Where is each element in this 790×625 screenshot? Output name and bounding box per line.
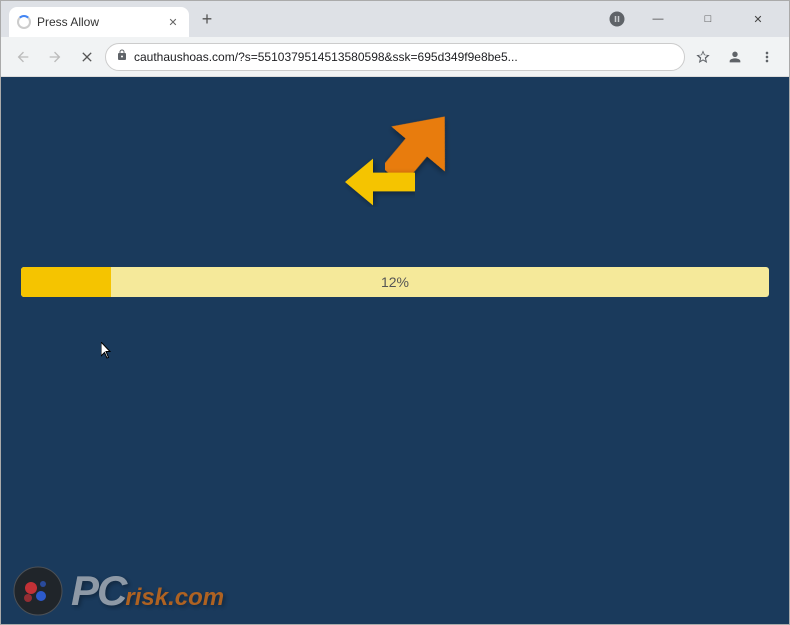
tab-spinner: [17, 15, 31, 29]
yellow-arrow-icon: [345, 157, 415, 212]
title-bar: Press Allow ✕ + — □ ✕: [1, 1, 789, 37]
browser-window: Press Allow ✕ + — □ ✕: [0, 0, 790, 625]
profile-icon[interactable]: [721, 43, 749, 71]
new-tab-button[interactable]: +: [193, 5, 221, 33]
active-tab[interactable]: Press Allow ✕: [9, 7, 189, 37]
close-button[interactable]: ✕: [735, 1, 781, 37]
minimize-button[interactable]: —: [635, 1, 681, 37]
maximize-button[interactable]: □: [685, 1, 731, 37]
nav-bar: cauthaushoas.com/?s=5510379514513580598&…: [1, 37, 789, 77]
tab-title: Press Allow: [37, 15, 159, 29]
window-controls: — □ ✕: [635, 1, 781, 37]
mouse-cursor: [101, 342, 113, 360]
url-text: cauthaushoas.com/?s=5510379514513580598&…: [134, 50, 674, 64]
watermark-pc: PC: [71, 567, 125, 615]
back-button[interactable]: [9, 43, 37, 71]
page-content: 12% PC risk.com: [1, 77, 789, 624]
reload-button[interactable]: [73, 43, 101, 71]
tab-strip: Press Allow ✕ +: [9, 1, 603, 37]
forward-button[interactable]: [41, 43, 69, 71]
progress-label: 12%: [381, 274, 409, 290]
chrome-menu-icon[interactable]: [753, 43, 781, 71]
address-bar[interactable]: cauthaushoas.com/?s=5510379514513580598&…: [105, 43, 685, 71]
lock-icon: [116, 48, 128, 65]
watermark-text: PC risk.com: [71, 567, 224, 615]
arrows-container: [335, 107, 455, 227]
tab-close-button[interactable]: ✕: [165, 14, 181, 30]
progress-bar-background: 12%: [21, 267, 769, 297]
chrome-dino-icon[interactable]: [603, 5, 631, 33]
watermark-risk: risk.com: [125, 584, 224, 612]
pcrisk-logo: [13, 566, 63, 616]
progress-bar-fill: [21, 267, 111, 297]
watermark: PC risk.com: [1, 558, 236, 624]
bookmark-star-icon[interactable]: [689, 43, 717, 71]
progress-bar-container: 12%: [21, 267, 769, 297]
